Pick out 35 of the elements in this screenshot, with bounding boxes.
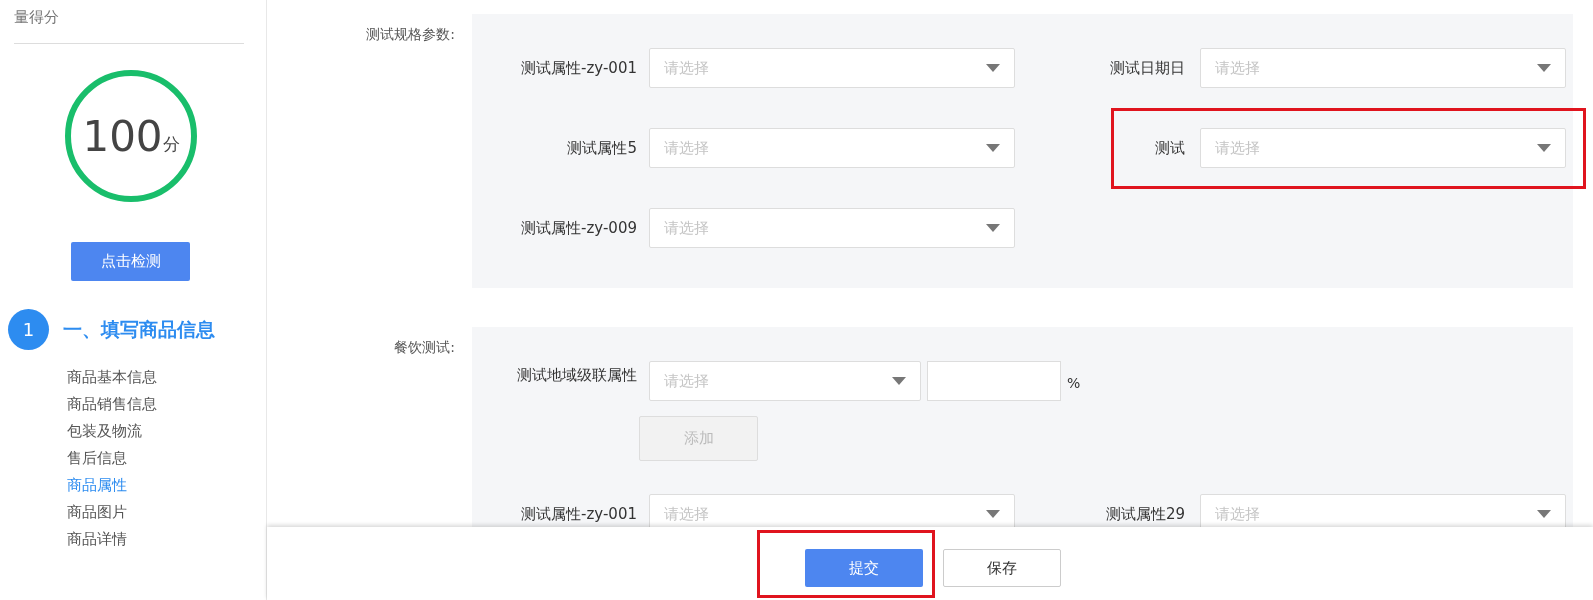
nav-link[interactable]: 商品销售信息 <box>67 391 266 418</box>
score-value: 100 <box>82 111 163 161</box>
caret-icon <box>1537 510 1551 518</box>
caret-icon <box>986 144 1000 152</box>
input-field[interactable] <box>927 361 1061 401</box>
section-label: 餐饮测试: <box>393 338 455 357</box>
field-label: 测试属性5 <box>566 138 637 158</box>
field-label: 测试属性-zy-001 <box>520 504 637 524</box>
score-unit: 分 <box>162 133 180 156</box>
field-label: 测试属性29 <box>1104 504 1185 524</box>
nav-link[interactable]: 售后信息 <box>67 445 266 472</box>
nav-link[interactable]: 商品基本信息 <box>67 364 266 391</box>
intro-text: 量得分 <box>14 8 60 28</box>
nav-link[interactable]: 商品图片 <box>67 499 266 526</box>
field-label: 测试地域级联属性 <box>516 365 637 385</box>
caret-icon <box>986 64 1000 72</box>
caret-icon <box>1537 64 1551 72</box>
caret-icon <box>986 510 1000 518</box>
nav-link[interactable]: 商品详情 <box>67 526 266 553</box>
step-number: 1 <box>8 309 49 350</box>
section-label: 测试规格参数: <box>365 25 455 44</box>
check-button[interactable]: 点击检测 <box>71 242 190 281</box>
footer-button[interactable]: 提交 <box>804 549 923 587</box>
field-label: 测试 <box>1154 138 1185 158</box>
step-title: 一、填写商品信息 <box>63 316 215 342</box>
caret-icon <box>1537 144 1551 152</box>
nav-link[interactable]: 商品属性 <box>67 472 266 499</box>
caret-icon <box>892 377 906 385</box>
caret-icon <box>986 224 1000 232</box>
field-label: 测试日期日 <box>1109 58 1185 78</box>
unit-label: % <box>1067 375 1081 391</box>
nav-link[interactable]: 包装及物流 <box>67 418 266 445</box>
field-label: 测试属性-zy-001 <box>520 58 637 78</box>
footer-button[interactable]: 保存 <box>942 549 1061 587</box>
field-label: 测试属性-zy-009 <box>520 218 637 238</box>
